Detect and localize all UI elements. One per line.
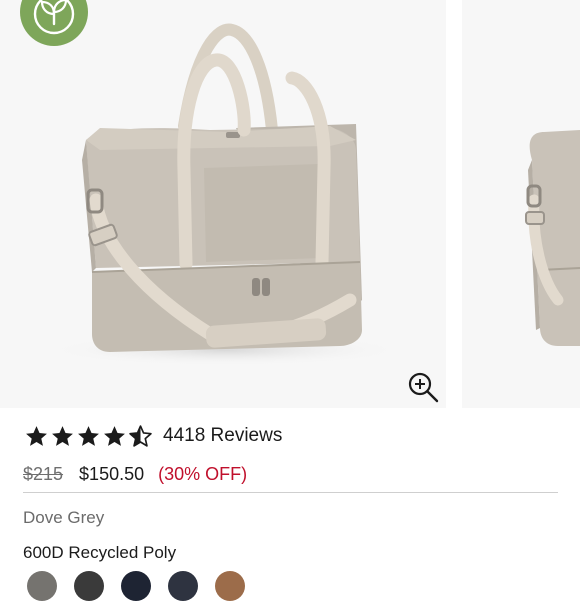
color-swatch[interactable] [121, 571, 151, 601]
discount-label: (30% OFF) [158, 463, 248, 484]
color-swatch[interactable] [27, 571, 57, 601]
divider [23, 492, 558, 493]
color-swatch[interactable] [215, 571, 245, 601]
star-half-icon [129, 424, 152, 447]
selected-color-name: Dove Grey [23, 508, 105, 527]
color-swatch[interactable] [74, 571, 104, 601]
color-swatch[interactable] [168, 571, 198, 601]
product-image-gallery[interactable] [0, 0, 580, 408]
product-image-main[interactable] [0, 0, 446, 408]
star-icon [78, 425, 99, 446]
original-price: $215 [23, 463, 64, 484]
star-icon [52, 425, 73, 446]
material-label: 600D Recycled Poly [23, 543, 177, 562]
zoom-in-icon[interactable] [406, 370, 440, 404]
rating-summary[interactable]: 4418 Reviews [24, 422, 282, 450]
star-icon [26, 425, 47, 446]
price-block: $215 $150.50 (30% OFF) [23, 462, 247, 486]
leaf-sustainability-icon [20, 0, 88, 46]
sale-price: $150.50 [79, 463, 145, 484]
product-image-next[interactable] [462, 0, 580, 408]
bag-image [45, 23, 405, 366]
reviews-link[interactable]: 4418 Reviews [163, 425, 282, 447]
star-icon [104, 425, 125, 446]
star-rating [24, 424, 153, 449]
bag-image-side [525, 130, 580, 346]
color-swatches [27, 571, 245, 601]
